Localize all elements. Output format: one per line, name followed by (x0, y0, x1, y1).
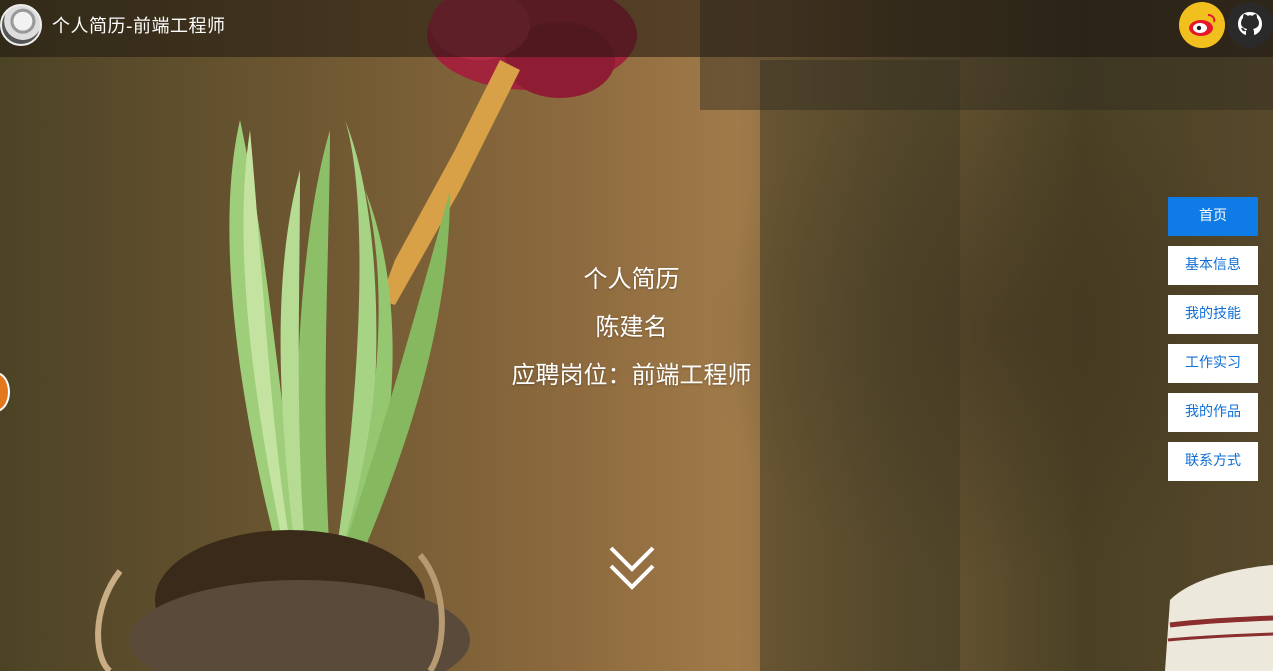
site-title[interactable]: 个人简历-前端工程师 (52, 12, 226, 38)
hero-name: 陈建名 (595, 313, 668, 341)
nav-item-skills[interactable]: 我的技能 (1168, 295, 1258, 334)
hero-position: 应聘岗位：前端工程师 (511, 361, 752, 389)
page: 个人简历-前端工程师 个人简历 陈建名 应聘岗位：前端工程师 首页 基本信息 我… (0, 0, 1273, 671)
nav-item-works[interactable]: 我的作品 (1168, 393, 1258, 432)
hero: 个人简历 陈建名 应聘岗位：前端工程师 (0, 255, 1263, 399)
social-links (1179, 2, 1273, 48)
weibo-icon[interactable] (1179, 2, 1225, 48)
nav-item-home[interactable]: 首页 (1168, 197, 1258, 236)
brand[interactable]: 个人简历-前端工程师 (0, 0, 226, 50)
github-icon[interactable] (1227, 2, 1273, 48)
hero-heading: 个人简历 (583, 265, 680, 293)
scroll-down-icon[interactable] (607, 544, 657, 594)
nav-item-basic-info[interactable]: 基本信息 (1168, 246, 1258, 285)
side-nav: 首页 基本信息 我的技能 工作实习 我的作品 联系方式 (1168, 197, 1258, 491)
nav-item-experience[interactable]: 工作实习 (1168, 344, 1258, 383)
avatar[interactable] (0, 4, 42, 46)
nav-item-contact[interactable]: 联系方式 (1168, 442, 1258, 481)
